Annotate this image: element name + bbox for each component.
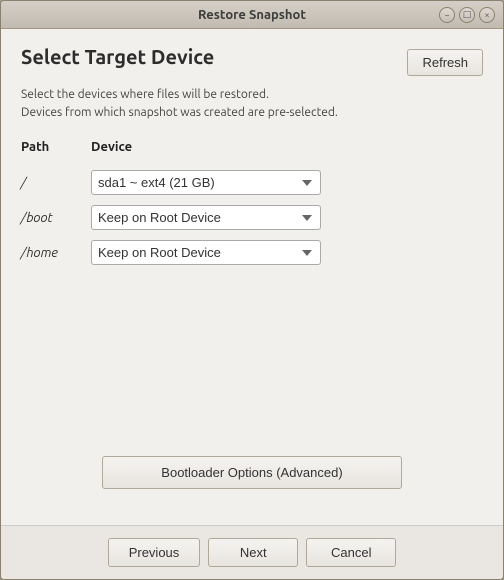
next-button[interactable]: Next [208, 538, 298, 567]
maximize-button[interactable]: □ [459, 7, 475, 23]
description-line2: Devices from which snapshot was created … [21, 104, 483, 122]
cancel-button[interactable]: Cancel [306, 538, 396, 567]
col-header-device: Device [91, 140, 483, 160]
window-controls: − □ × [439, 7, 495, 23]
bootloader-section: Bootloader Options (Advanced) [21, 456, 483, 489]
content-area: Select Target Device Refresh Select the … [1, 29, 503, 525]
path-root: / [21, 176, 91, 190]
minimize-icon: − [444, 10, 449, 20]
device-table: Path Device / sda1 ~ ext4 (21 GB) /boot … [21, 140, 483, 265]
refresh-button[interactable]: Refresh [407, 49, 483, 76]
device-select-home[interactable]: Keep on Root Device [91, 240, 321, 265]
minimize-button[interactable]: − [439, 7, 455, 23]
path-boot: /boot [21, 211, 91, 225]
maximize-icon: □ [463, 9, 472, 20]
path-home: /home [21, 246, 91, 260]
close-button[interactable]: × [479, 7, 495, 23]
window-title: Restore Snapshot [198, 8, 306, 22]
previous-button[interactable]: Previous [108, 538, 201, 567]
header-row: Select Target Device Refresh [21, 45, 483, 76]
col-header-path: Path [21, 140, 91, 160]
page-title: Select Target Device [21, 45, 214, 68]
titlebar: Restore Snapshot − □ × [1, 1, 503, 29]
close-icon: × [484, 10, 489, 20]
description-line1: Select the devices where files will be r… [21, 86, 483, 104]
device-select-root[interactable]: sda1 ~ ext4 (21 GB) [91, 170, 321, 195]
bottom-bar: Previous Next Cancel [1, 525, 503, 579]
restore-snapshot-window: Restore Snapshot − □ × Select Target Dev… [0, 0, 504, 580]
bootloader-options-button[interactable]: Bootloader Options (Advanced) [102, 456, 402, 489]
device-select-boot[interactable]: Keep on Root Device [91, 205, 321, 230]
description: Select the devices where files will be r… [21, 86, 483, 122]
